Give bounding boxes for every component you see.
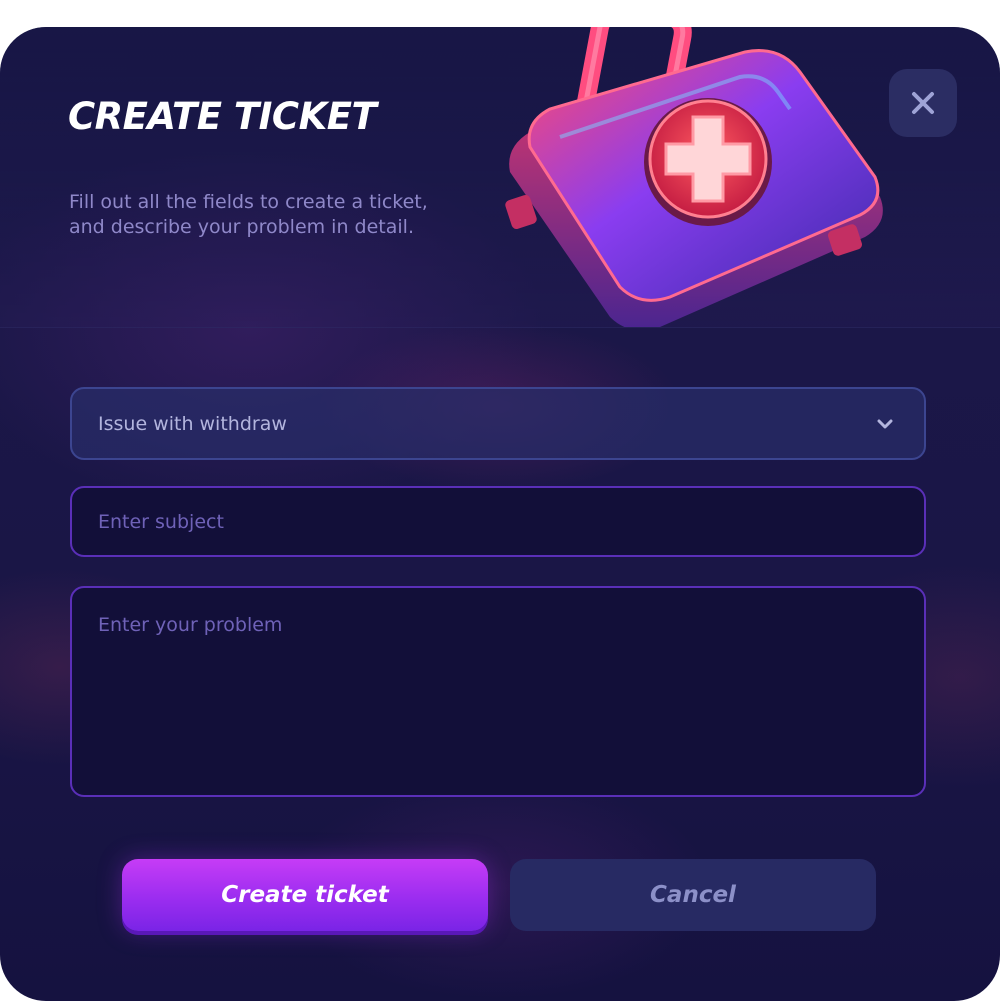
close-button[interactable] [889,69,957,137]
cancel-button[interactable]: Cancel [510,859,876,931]
create-ticket-modal: CREATE TICKET Fill out all the fields to… [0,27,1000,1001]
chevron-down-icon [877,419,893,429]
first-aid-kit-illustration [490,27,910,327]
modal-title: CREATE TICKET [68,95,377,138]
modal-subtitle: Fill out all the fields to create a tick… [69,191,428,238]
subject-input[interactable]: Enter subject [70,486,926,557]
problem-textarea[interactable]: Enter your problem [70,586,926,797]
create-ticket-button[interactable]: Create ticket [122,859,488,931]
subject-placeholder: Enter subject [98,510,224,533]
close-icon [912,92,934,114]
problem-placeholder: Enter your problem [98,614,283,636]
category-select[interactable]: Issue with withdraw [70,387,926,460]
category-selected-value: Issue with withdraw [98,412,287,435]
